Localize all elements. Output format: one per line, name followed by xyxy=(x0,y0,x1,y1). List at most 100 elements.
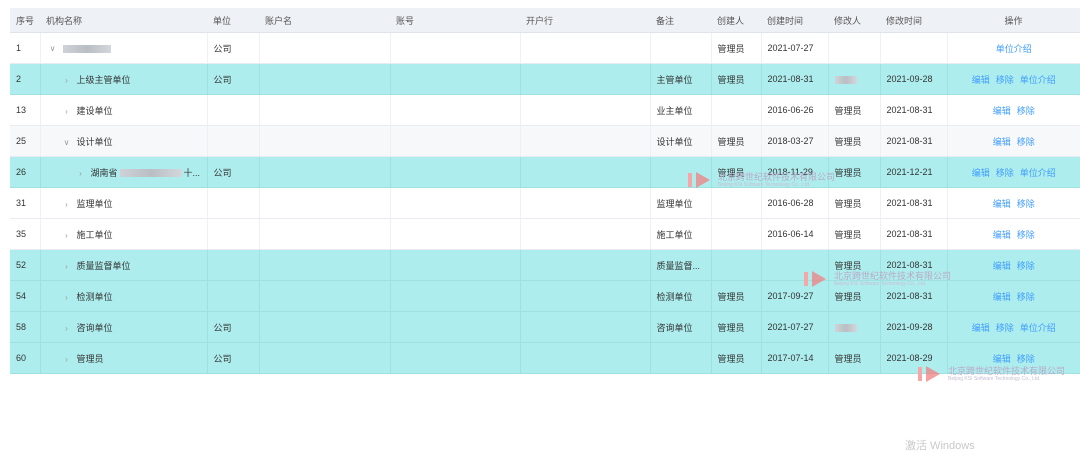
cell-creator xyxy=(711,249,762,281)
cell-creator: 管理员 xyxy=(711,280,762,312)
cell-bank xyxy=(520,280,651,312)
remove-link[interactable]: 移除 xyxy=(996,168,1014,178)
chevron-down-icon[interactable]: ∨ xyxy=(61,138,73,147)
cell-modifier: 管理员 xyxy=(828,218,881,250)
cell-seq: 54 xyxy=(10,280,41,312)
cell-remark: 施工单位 xyxy=(650,218,712,250)
edit-link[interactable]: 编辑 xyxy=(993,354,1011,364)
cell-org-name: › 湖南省 十... xyxy=(40,156,208,188)
chevron-right-icon[interactable]: › xyxy=(75,169,87,178)
cell-modified-at xyxy=(880,32,948,64)
edit-link[interactable]: 编辑 xyxy=(993,230,1011,240)
edit-link[interactable]: 编辑 xyxy=(993,137,1011,147)
cell-bank xyxy=(520,311,651,343)
col-header-ops: 操作 xyxy=(947,8,1080,33)
cell-created-at: 2017-07-14 xyxy=(761,342,829,374)
cell-seq: 2 xyxy=(10,63,41,95)
table-row[interactable]: 13 › 建设单位 业主单位 2016-06-26 管理员 2021-08-31 编辑 移除 xyxy=(10,94,1080,126)
chevron-right-icon[interactable]: › xyxy=(61,107,73,116)
remove-link[interactable]: 移除 xyxy=(1017,199,1035,209)
cell-creator: 管理员 xyxy=(711,32,762,64)
table-row[interactable]: 26 › 湖南省 十... 公司 管理员 2018-11-29 管理员 2021-12-21 编辑… xyxy=(10,156,1080,188)
edit-link[interactable]: 编辑 xyxy=(972,323,990,333)
edit-link[interactable]: 编辑 xyxy=(972,75,990,85)
cell-org-name: › 管理员 xyxy=(40,342,208,374)
watermark-en: Beijing KSI Software Technology Co., Ltd… xyxy=(948,375,1041,382)
cell-org-name: › 检测单位 xyxy=(40,280,208,312)
chevron-down-icon[interactable]: ∨ xyxy=(47,44,59,53)
chevron-right-icon[interactable]: › xyxy=(61,262,73,271)
cell-bank xyxy=(520,125,651,157)
table-row[interactable]: 35 › 施工单位 施工单位 2016-06-14 管理员 2021-08-31 编辑 移除 xyxy=(10,218,1080,250)
cell-created-at: 2021-08-31 xyxy=(761,63,829,95)
cell-modifier xyxy=(828,63,881,95)
cell-org-name: › 质量监督单位 xyxy=(40,249,208,281)
unit-intro-link[interactable]: 单位介绍 xyxy=(1020,323,1056,333)
cell-remark: 业主单位 xyxy=(650,94,712,126)
unit-intro-link[interactable]: 单位介绍 xyxy=(1020,75,1056,85)
remove-link[interactable]: 移除 xyxy=(1017,106,1035,116)
cell-seq: 13 xyxy=(10,94,41,126)
unit-intro-link[interactable]: 单位介绍 xyxy=(1020,168,1056,178)
remove-link[interactable]: 移除 xyxy=(1017,354,1035,364)
cell-org-name: › 咨询单位 xyxy=(40,311,208,343)
table-row[interactable]: 2 › 上级主管单位 公司 主管单位 管理员 2021-08-31 2021-09-28 编辑移… xyxy=(10,63,1080,95)
cell-seq: 60 xyxy=(10,342,41,374)
cell-account-no xyxy=(390,32,521,64)
remove-link[interactable]: 移除 xyxy=(1017,292,1035,302)
remove-link[interactable]: 移除 xyxy=(1017,261,1035,271)
cell-seq: 26 xyxy=(10,156,41,188)
table-row[interactable]: 54 › 检测单位 检测单位 管理员 2017-09-27 管理员 2021-08-31 编辑移… xyxy=(10,280,1080,312)
table-row[interactable]: 1 ∨ 公司 管理员 2021-07-27 单位介绍 xyxy=(10,32,1080,64)
cell-unit xyxy=(207,249,260,281)
remove-link[interactable]: 移除 xyxy=(1017,137,1035,147)
remove-link[interactable]: 移除 xyxy=(996,323,1014,333)
remove-link[interactable]: 移除 xyxy=(996,75,1014,85)
edit-link[interactable]: 编辑 xyxy=(993,199,1011,209)
table-row[interactable]: 31 › 监理单位 监理单位 2016-06-28 管理员 2021-08-31 编辑 移除 xyxy=(10,187,1080,219)
edit-link[interactable]: 编辑 xyxy=(972,168,990,178)
cell-unit xyxy=(207,280,260,312)
cell-account-name xyxy=(259,94,391,126)
cell-bank xyxy=(520,187,651,219)
cell-seq: 52 xyxy=(10,249,41,281)
cell-account-name xyxy=(259,156,391,188)
cell-remark: 质量监督... xyxy=(650,249,712,281)
redacted-text xyxy=(834,75,857,84)
cell-creator xyxy=(711,94,762,126)
cell-creator: 管理员 xyxy=(711,311,762,343)
cell-creator: 管理员 xyxy=(711,125,762,157)
edit-link[interactable]: 编辑 xyxy=(993,292,1011,302)
cell-modifier xyxy=(828,311,881,343)
cell-created-at: 2018-11-29 xyxy=(761,156,829,188)
chevron-right-icon[interactable]: › xyxy=(61,200,73,209)
edit-link[interactable]: 编辑 xyxy=(993,106,1011,116)
table-row[interactable]: 60 › 管理员 公司 管理员 2017-07-14 管理员 2021-08-29 编辑 移除 xyxy=(10,342,1080,374)
cell-account-name xyxy=(259,187,391,219)
chevron-right-icon[interactable]: › xyxy=(61,76,73,85)
cell-seq: 1 xyxy=(10,32,41,64)
cell-modified-at: 2021-08-31 xyxy=(880,280,948,312)
cell-modified-at: 2021-08-31 xyxy=(880,125,948,157)
cell-org-name: ∨ 设计单位 xyxy=(40,125,208,157)
table-row[interactable]: 58 › 咨询单位 公司 咨询单位 管理员 2021-07-27 2021-09-28 编辑 移除… xyxy=(10,311,1080,343)
chevron-right-icon[interactable]: › xyxy=(61,231,73,240)
cell-ops: 编辑 移除 单位介绍 xyxy=(947,156,1080,188)
unit-intro-link[interactable]: 单位介绍 xyxy=(996,44,1032,54)
chevron-right-icon[interactable]: › xyxy=(61,355,73,364)
cell-remark xyxy=(650,342,712,374)
chevron-right-icon[interactable]: › xyxy=(61,293,73,302)
remove-link[interactable]: 移除 xyxy=(1017,230,1035,240)
org-name-text: 质量监督单位 xyxy=(76,260,131,271)
org-name-text: 施工单位 xyxy=(76,229,113,240)
chevron-right-icon[interactable]: › xyxy=(61,324,73,333)
edit-link[interactable]: 编辑 xyxy=(993,261,1011,271)
cell-org-name: ∨ xyxy=(40,32,208,64)
cell-account-no xyxy=(390,94,521,126)
table-row[interactable]: 52 › 质量监督单位 质量监督... 管理员 2021-08-31 编辑 移除 xyxy=(10,249,1080,281)
cell-ops: 编辑 移除 xyxy=(947,187,1080,219)
cell-created-at: 2016-06-26 xyxy=(761,94,829,126)
cell-account-no xyxy=(390,311,521,343)
table-row[interactable]: 25 ∨ 设计单位 设计单位 管理员 2018-03-27 管理员 2021-08-31 编辑移… xyxy=(10,125,1080,157)
redacted-text xyxy=(834,323,857,332)
